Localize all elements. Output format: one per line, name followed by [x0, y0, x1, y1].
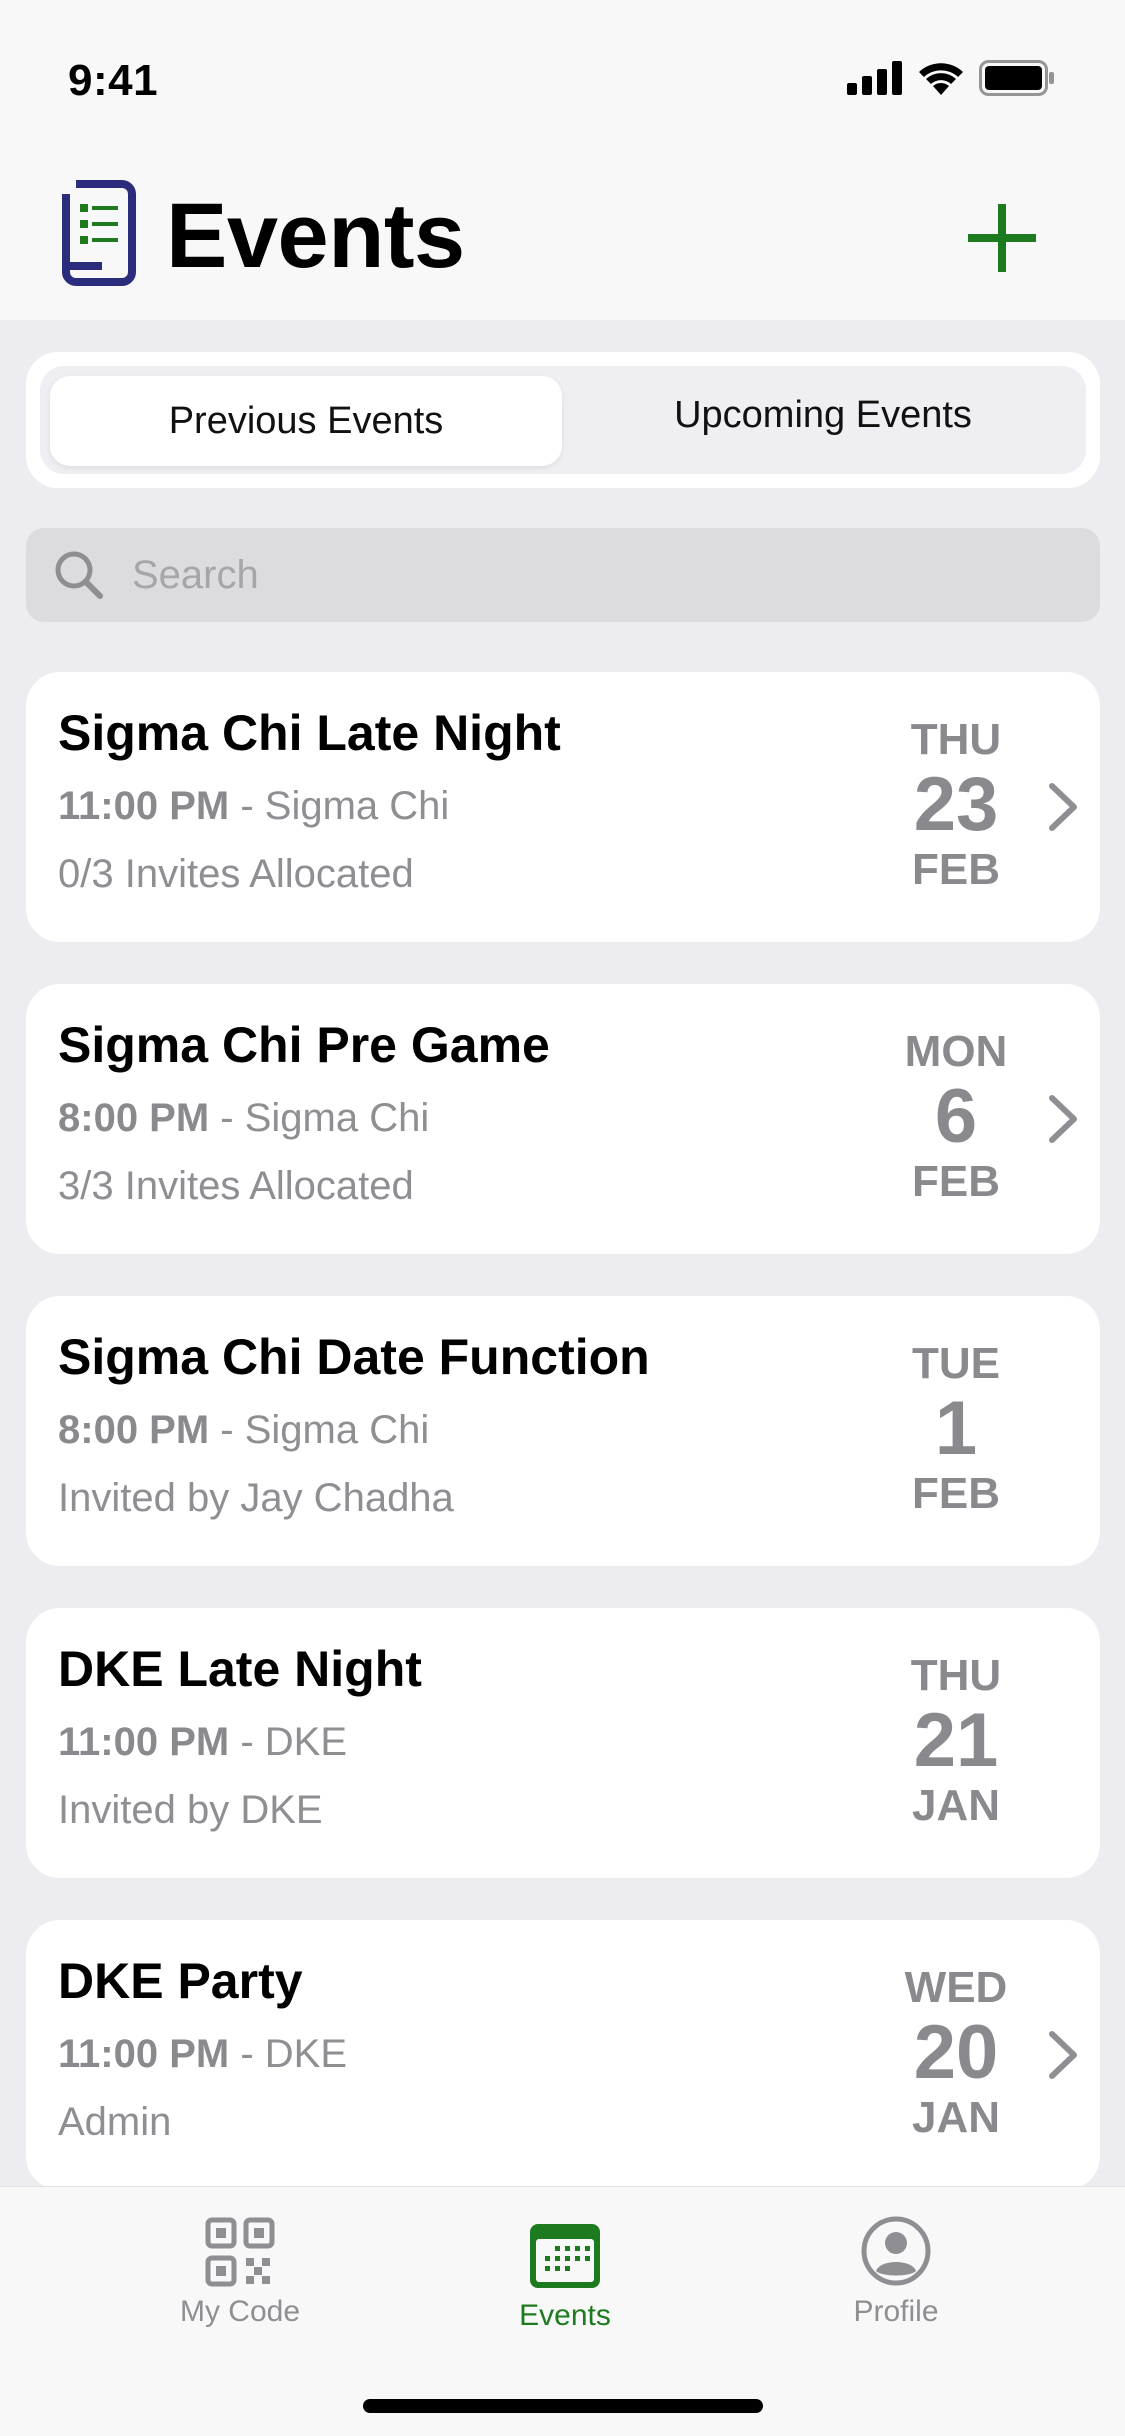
person-circle-icon: [861, 2216, 931, 2286]
event-month: FEB: [912, 1469, 1000, 1518]
tab-previous-events[interactable]: Previous Events: [50, 376, 562, 466]
event-day: 20: [913, 2010, 999, 2095]
event-time-host: 8:00 PM - Sigma Chi: [58, 1408, 429, 1453]
battery-icon: [979, 60, 1054, 96]
chevron-right-icon: [1049, 2031, 1077, 2079]
chevron-right-icon: [1049, 1095, 1077, 1143]
status-icons: [847, 60, 1055, 96]
search-bar[interactable]: [26, 528, 1100, 622]
event-time-host: 11:00 PM - DKE: [58, 2032, 347, 2077]
event-weekday: THU: [910, 715, 1002, 764]
qr-code-icon: [205, 2217, 275, 2287]
event-time: 8:00 PM: [58, 1096, 210, 1140]
event-weekday: TUE: [912, 1339, 1000, 1388]
tab-profile[interactable]: Profile: [776, 2215, 1016, 2329]
event-date: THU 21 JAN: [896, 1652, 1096, 1830]
tab-label: Profile: [853, 2295, 939, 2328]
event-host: Sigma Chi: [244, 1408, 430, 1452]
event-title: Sigma Chi Late Night: [58, 705, 561, 761]
event-time: 8:00 PM: [58, 1408, 210, 1452]
tab-label: Events: [519, 2299, 611, 2332]
event-host: DKE: [264, 2032, 348, 2076]
event-time: 11:00 PM: [58, 1720, 230, 1764]
app-logo-icon: [62, 180, 136, 286]
event-weekday: MON: [904, 1027, 1008, 1076]
event-card[interactable]: Sigma Chi Pre Game 8:00 PM - Sigma Chi 3…: [26, 984, 1100, 1254]
status-time: 9:41: [68, 56, 159, 105]
status-bar: 9:41: [0, 0, 1125, 160]
add-event-button[interactable]: [962, 198, 1042, 278]
tab-bar: My Code Events Profile: [0, 2186, 1125, 2436]
event-detail: Invited by Jay Chadha: [58, 1476, 454, 1520]
event-date: TUE 1 FEB: [896, 1340, 1096, 1518]
calendar-icon: [530, 2224, 600, 2288]
tab-my-code[interactable]: My Code: [120, 2217, 360, 2329]
event-day: 23: [913, 762, 999, 847]
events-segmented-control: Previous Events Upcoming Events: [26, 352, 1100, 488]
page-title: Events: [166, 185, 465, 287]
event-host: DKE: [264, 1720, 348, 1764]
cellular-signal-icon: [847, 61, 902, 95]
event-title: DKE Party: [58, 1953, 303, 2009]
event-detail: Invited by DKE: [58, 1788, 323, 1832]
event-month: JAN: [911, 2093, 1001, 2142]
event-separator: -: [209, 1096, 245, 1140]
search-icon: [55, 551, 103, 599]
event-time-host: 11:00 PM - DKE: [58, 1720, 347, 1765]
event-title: DKE Late Night: [58, 1641, 422, 1697]
event-day: 1: [934, 1386, 978, 1471]
event-card[interactable]: Sigma Chi Date Function 8:00 PM - Sigma …: [26, 1296, 1100, 1566]
event-separator: -: [209, 1408, 245, 1452]
search-input[interactable]: [132, 545, 1032, 605]
event-time-host: 11:00 PM - Sigma Chi: [58, 784, 449, 829]
event-separator: -: [229, 2032, 265, 2076]
header: Events: [0, 160, 1125, 320]
event-title: Sigma Chi Date Function: [58, 1329, 650, 1385]
event-title: Sigma Chi Pre Game: [58, 1017, 550, 1073]
event-month: FEB: [912, 1157, 1000, 1206]
event-month: JAN: [911, 1781, 1001, 1830]
event-day: 6: [934, 1074, 978, 1159]
event-card[interactable]: Sigma Chi Late Night 11:00 PM - Sigma Ch…: [26, 672, 1100, 942]
tab-events[interactable]: Events: [445, 2221, 685, 2333]
event-weekday: THU: [910, 1651, 1002, 1700]
event-separator: -: [229, 1720, 265, 1764]
event-separator: -: [229, 784, 265, 828]
wifi-icon: [919, 63, 963, 95]
tab-upcoming-events[interactable]: Upcoming Events: [570, 370, 1076, 460]
chevron-right-icon: [1049, 783, 1077, 831]
event-month: FEB: [912, 845, 1000, 894]
event-detail: 0/3 Invites Allocated: [58, 852, 414, 896]
event-host: Sigma Chi: [264, 784, 450, 828]
event-card[interactable]: DKE Party 11:00 PM - DKE Admin WED 20 JA…: [26, 1920, 1100, 2190]
event-time-host: 8:00 PM - Sigma Chi: [58, 1096, 429, 1141]
home-indicator: [363, 2399, 763, 2413]
tab-label: My Code: [179, 2295, 301, 2328]
event-time: 11:00 PM: [58, 2032, 230, 2076]
event-detail: Admin: [58, 2100, 172, 2144]
event-day: 21: [913, 1698, 999, 1783]
event-detail: 3/3 Invites Allocated: [58, 1164, 414, 1208]
event-time: 11:00 PM: [58, 784, 230, 828]
event-card[interactable]: DKE Late Night 11:00 PM - DKE Invited by…: [26, 1608, 1100, 1878]
event-host: Sigma Chi: [244, 1096, 430, 1140]
event-weekday: WED: [904, 1963, 1008, 2012]
